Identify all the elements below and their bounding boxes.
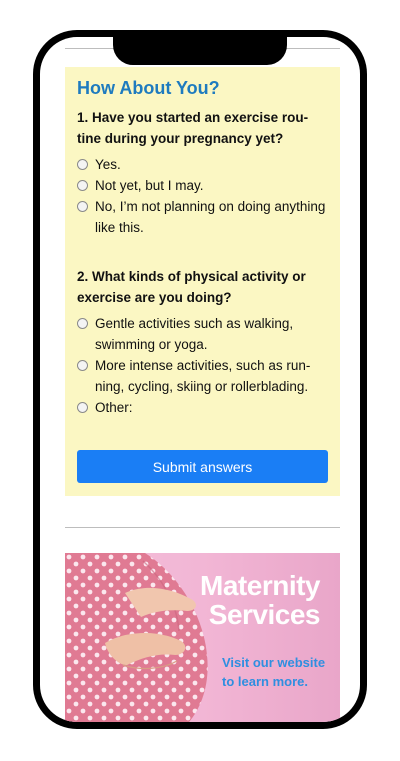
question-2-options: Gentle activities such as walking, swimm… bbox=[77, 313, 328, 418]
phone-notch bbox=[113, 37, 287, 65]
q2-option-intense[interactable]: More intense activities, such as run-nin… bbox=[77, 355, 328, 397]
radio-button-icon[interactable] bbox=[77, 201, 88, 212]
radio-button-icon[interactable] bbox=[77, 360, 88, 371]
radio-button-icon[interactable] bbox=[77, 402, 88, 413]
q2-option-label: More intense activities, such as run-nin… bbox=[95, 358, 311, 394]
phone-frame: How About You? 1. Have you started an ex… bbox=[33, 30, 367, 729]
maternity-services-banner[interactable]: Maternity Services Visit our website to … bbox=[65, 553, 340, 722]
phone-screen: How About You? 1. Have you started an ex… bbox=[40, 37, 360, 722]
q1-option-label: Not yet, but I may. bbox=[95, 178, 204, 193]
q2-option-gentle[interactable]: Gentle activities such as walking, swimm… bbox=[77, 313, 328, 355]
quiz-panel: How About You? 1. Have you started an ex… bbox=[65, 67, 340, 496]
ad-title: Maternity Services bbox=[200, 570, 320, 630]
submit-answers-button[interactable]: Submit answers bbox=[77, 450, 328, 483]
radio-button-icon[interactable] bbox=[77, 159, 88, 170]
q2-option-other[interactable]: Other: bbox=[77, 397, 328, 418]
q1-option-yes[interactable]: Yes. bbox=[77, 154, 328, 175]
section-divider bbox=[65, 527, 340, 528]
ad-call-to-action: Visit our website to learn more. bbox=[222, 655, 326, 689]
question-2: 2. What kinds of physical activity or ex… bbox=[77, 269, 306, 305]
quiz-title: How About You? bbox=[77, 78, 220, 98]
q2-option-label: Gentle activities such as walking, swimm… bbox=[95, 316, 294, 352]
q1-option-no[interactable]: No, I’m not planning on doing anything l… bbox=[77, 196, 328, 238]
radio-button-icon[interactable] bbox=[77, 180, 88, 191]
q1-option-not-yet[interactable]: Not yet, but I may. bbox=[77, 175, 328, 196]
question-1: 1. Have you started an exercise rou-tine… bbox=[77, 110, 309, 146]
q1-option-label: No, I’m not planning on doing anything l… bbox=[95, 199, 326, 235]
radio-button-icon[interactable] bbox=[77, 318, 88, 329]
q2-option-label: Other: bbox=[95, 400, 133, 415]
question-1-options: Yes. Not yet, but I may. No, I’m not pla… bbox=[77, 154, 328, 238]
q1-option-label: Yes. bbox=[95, 157, 121, 172]
